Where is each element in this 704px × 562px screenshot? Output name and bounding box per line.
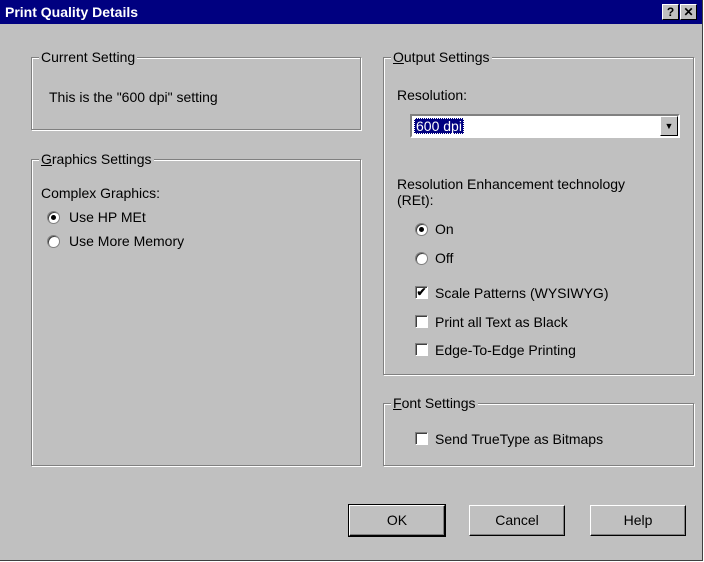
use-hp-met-label[interactable]: Use HP MEt	[69, 209, 146, 225]
ret-label-line2: (REt):	[397, 192, 434, 208]
help-title-button[interactable]: ?	[662, 4, 679, 20]
chevron-down-icon[interactable]: ▼	[660, 116, 678, 136]
ret-off-label[interactable]: Off	[435, 250, 453, 266]
edge-to-edge-checkbox[interactable]	[415, 343, 428, 356]
close-icon[interactable]: ✕	[680, 4, 697, 20]
title-bar[interactable]: Print Quality Details ? ✕	[0, 0, 702, 24]
cancel-button[interactable]: Cancel	[469, 505, 565, 536]
current-setting-group: Current Setting This is the "600 dpi" se…	[31, 49, 361, 130]
ret-on-radio[interactable]	[415, 223, 428, 236]
ret-on-label[interactable]: On	[435, 221, 454, 237]
resolution-select[interactable]: 600 dpi ▼	[410, 114, 680, 138]
radio-selected-icon	[51, 215, 56, 220]
print-text-black-checkbox[interactable]	[415, 315, 428, 328]
use-more-memory-label[interactable]: Use More Memory	[69, 233, 184, 249]
current-setting-text: This is the "600 dpi" setting	[49, 89, 218, 105]
resolution-selected-value: 600 dpi	[414, 118, 464, 134]
send-truetype-checkbox[interactable]	[415, 432, 428, 445]
print-text-black-label[interactable]: Print all Text as Black	[435, 314, 568, 330]
font-settings-legend: Font Settings	[391, 395, 478, 411]
help-button[interactable]: Help	[590, 505, 686, 536]
window-title: Print Quality Details	[5, 4, 139, 20]
graphics-settings-group: Graphics Settings Complex Graphics: Use …	[31, 151, 361, 466]
current-setting-legend: Current Setting	[39, 49, 138, 65]
output-settings-group: Output Settings Resolution: Resolution E…	[383, 49, 694, 375]
send-truetype-label[interactable]: Send TrueType as Bitmaps	[435, 431, 603, 447]
print-quality-dialog: Print Quality Details ? ✕ Current Settin…	[0, 0, 703, 561]
radio-selected-icon	[419, 227, 424, 232]
font-settings-group: Font Settings Send TrueType as Bitmaps	[383, 395, 694, 466]
ret-label-line1: Resolution Enhancement technology	[397, 176, 626, 192]
use-hp-met-radio[interactable]	[47, 211, 60, 224]
use-more-memory-radio[interactable]	[47, 235, 60, 248]
output-settings-legend: Output Settings	[391, 49, 492, 65]
complex-graphics-label: Complex Graphics:	[41, 185, 161, 201]
graphics-settings-legend: Graphics Settings	[39, 151, 154, 167]
scale-patterns-checkbox[interactable]: ✔	[415, 286, 428, 299]
check-mark-icon: ✔	[416, 285, 427, 299]
resolution-label: Resolution:	[397, 87, 468, 103]
scale-patterns-label[interactable]: Scale Patterns (WYSIWYG)	[435, 285, 608, 301]
ret-off-radio[interactable]	[415, 252, 428, 265]
edge-to-edge-label[interactable]: Edge-To-Edge Printing	[435, 342, 576, 358]
ok-button[interactable]: OK	[348, 504, 446, 537]
